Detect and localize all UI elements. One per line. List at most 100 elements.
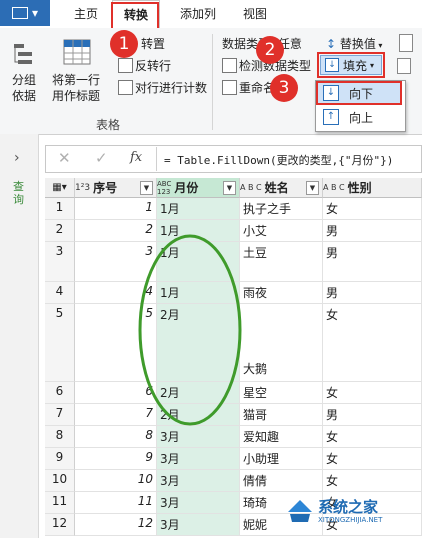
select-all-corner[interactable]: ▦▾ xyxy=(45,178,75,198)
cell-name[interactable]: 小助理 xyxy=(240,448,323,470)
table-group-label: 表格 xyxy=(96,118,121,132)
cell-month[interactable]: 3月 xyxy=(157,514,240,536)
highlight-ellipse xyxy=(138,234,242,426)
fill-up-menu-item[interactable]: ↑ 向上 xyxy=(317,106,401,128)
text-type-icon: A B C xyxy=(323,182,345,192)
use-first-row-as-headers-button[interactable]: 将第一行 用作标题 xyxy=(52,72,100,104)
cell-gender[interactable]: 女 xyxy=(323,448,422,470)
cell-name[interactable]: 土豆 xyxy=(240,242,323,282)
fill-down-highlight xyxy=(316,81,402,105)
row-number[interactable]: 12 xyxy=(45,514,75,536)
group-by-button[interactable]: 分组 依据 xyxy=(12,72,36,104)
fill-up-label: 向上 xyxy=(349,110,374,125)
cell-month[interactable]: 3月 xyxy=(157,448,240,470)
reverse-rows-button[interactable]: 反转行 xyxy=(135,57,171,74)
formula-separator xyxy=(156,147,157,171)
cell-name[interactable]: 雨夜 xyxy=(240,282,323,304)
ellipse-stroke xyxy=(138,234,242,426)
cell-month[interactable]: 3月 xyxy=(157,470,240,492)
column-name-name: 姓名 xyxy=(264,181,289,195)
cell-gender[interactable]: 男 xyxy=(323,242,422,282)
row-number[interactable]: 6 xyxy=(45,382,75,404)
queries-side-label[interactable]: 查询 xyxy=(13,180,27,206)
cell-gender[interactable]: 男 xyxy=(323,220,422,242)
fill-up-icon: ↑ xyxy=(323,109,339,125)
row-number[interactable]: 8 xyxy=(45,426,75,448)
replace-values-icon: ↕ xyxy=(326,37,340,51)
cell-gender[interactable]: 女 xyxy=(323,304,422,382)
cell-seq[interactable]: 10 xyxy=(75,470,157,492)
row-number[interactable]: 9 xyxy=(45,448,75,470)
group-by-icon xyxy=(12,42,34,66)
file-menu-button[interactable]: ▾ xyxy=(0,0,50,26)
cell-name[interactable]: 大鹅 xyxy=(240,304,323,382)
tab-add-column[interactable]: 添加列 xyxy=(170,0,226,28)
row-number[interactable]: 11 xyxy=(45,492,75,514)
row-number[interactable]: 5 xyxy=(45,304,75,382)
column-name-month: 月份 xyxy=(174,181,199,195)
cell-gender[interactable]: 男 xyxy=(323,282,422,304)
tab-home[interactable]: 主页 xyxy=(64,0,108,28)
step-badge-1: 1 xyxy=(110,30,138,58)
cell-gender[interactable]: 女 xyxy=(323,426,422,448)
ribbon-separator xyxy=(212,34,213,130)
cell-gender[interactable]: 男 xyxy=(323,404,422,426)
cell-month[interactable]: 3月 xyxy=(157,492,240,514)
first-row-header-icon xyxy=(62,38,92,66)
chevron-down-icon: ▾ xyxy=(375,41,383,50)
cancel-formula-icon[interactable]: ✕ xyxy=(58,149,71,167)
cell-gender[interactable]: 女 xyxy=(323,382,422,404)
row-number[interactable]: 10 xyxy=(45,470,75,492)
row-number[interactable]: 7 xyxy=(45,404,75,426)
row-number[interactable]: 4 xyxy=(45,282,75,304)
cell-name[interactable]: 星空 xyxy=(240,382,323,404)
cell-name[interactable]: 猫哥 xyxy=(240,404,323,426)
rename-icon xyxy=(222,80,237,95)
any-type-icon: ABC 123 xyxy=(157,179,172,196)
cell-seq[interactable]: 1 xyxy=(75,198,157,220)
column-header-month[interactable]: ABC 123 月份 ▼ xyxy=(157,178,240,198)
tab-view[interactable]: 视图 xyxy=(238,0,272,28)
text-type-icon: A B C xyxy=(240,182,262,192)
step-badge-2: 2 xyxy=(256,36,284,64)
column-filter-icon[interactable]: ▼ xyxy=(140,181,153,195)
expand-queries-icon[interactable]: › xyxy=(14,150,20,166)
column-header-gender[interactable]: A B C 性别 xyxy=(323,178,422,198)
watermark-title: 系统之家 xyxy=(318,498,379,516)
cell-seq[interactable]: 11 xyxy=(75,492,157,514)
transform-tab-highlight xyxy=(111,2,159,30)
table-icon: ▦▾ xyxy=(52,182,67,193)
cell-gender[interactable]: 女 xyxy=(323,470,422,492)
column-header-name[interactable]: A B C 姓名 ▼ xyxy=(240,178,323,198)
cell-month[interactable]: 1月 xyxy=(157,198,240,220)
transpose-button[interactable]: 转置 xyxy=(141,35,165,52)
formula-text[interactable]: = Table.FillDown(更改的类型,{"月份"}) xyxy=(164,152,393,168)
row-number[interactable]: 3 xyxy=(45,242,75,282)
cell-name[interactable]: 倩倩 xyxy=(240,470,323,492)
count-rows-button[interactable]: 对行进行计数 xyxy=(135,79,207,96)
replace-values-label: 替换值 xyxy=(339,37,376,51)
column-header-seq[interactable]: 1²3 序号 ▼ xyxy=(75,178,157,198)
cell-gender[interactable]: 女 xyxy=(323,198,422,220)
cell-month[interactable]: 3月 xyxy=(157,426,240,448)
table-menu-icon xyxy=(11,7,28,19)
replace-values-button[interactable]: ↕ 替换值 ▾ xyxy=(326,35,382,52)
step-badge-3: 3 xyxy=(270,74,298,102)
watermark-url: XITONGZHIJIA.NET xyxy=(318,516,383,524)
cell-name[interactable]: 爱知趣 xyxy=(240,426,323,448)
cell-seq[interactable]: 12 xyxy=(75,514,157,536)
column-filter-icon[interactable]: ▼ xyxy=(306,181,319,195)
column-filter-icon[interactable]: ▼ xyxy=(223,181,236,195)
cell-seq[interactable]: 8 xyxy=(75,426,157,448)
confirm-formula-icon[interactable]: ✓ xyxy=(95,149,108,167)
cell-name[interactable]: 小艾 xyxy=(240,220,323,242)
reverse-rows-icon xyxy=(118,58,133,73)
fx-icon[interactable]: fx xyxy=(130,150,142,165)
watermark-logo-icon xyxy=(286,498,314,524)
extra-ribbon-icon-2 xyxy=(397,58,411,74)
count-rows-icon xyxy=(118,80,133,95)
cell-name[interactable]: 执子之手 xyxy=(240,198,323,220)
cell-seq[interactable]: 9 xyxy=(75,448,157,470)
row-number[interactable]: 2 xyxy=(45,220,75,242)
row-number[interactable]: 1 xyxy=(45,198,75,220)
